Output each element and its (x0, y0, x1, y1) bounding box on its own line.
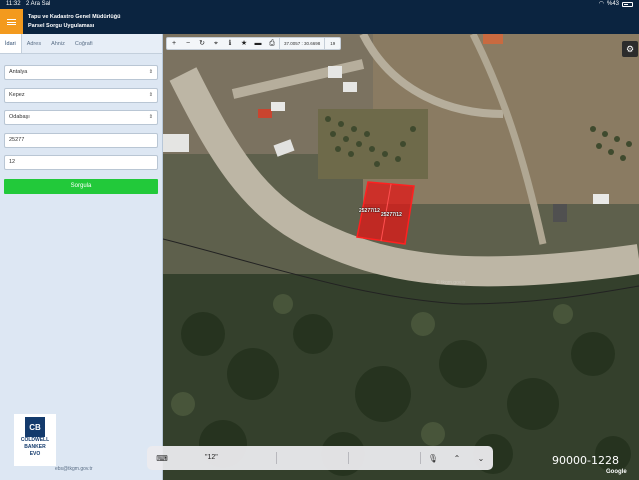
il-select[interactable]: Antalya ⇕ (4, 65, 158, 80)
keyboard-suggestion-bar: ⌨ "12" 🎙 ⌃ ⌄ (147, 446, 493, 470)
chevron-down-icon[interactable]: ⌄ (469, 454, 493, 463)
coldwell-banker-logo: CB COLDWELL BANKER EVO (14, 414, 56, 466)
gear-icon[interactable]: ⚙ (622, 41, 638, 57)
print-icon[interactable]: ⎙ (265, 38, 279, 49)
locate-icon[interactable]: ⌖ (209, 38, 223, 49)
logo-line-2: BANKER (24, 444, 46, 450)
mahalle-value: Odabaşı (9, 114, 30, 120)
tab-idari[interactable]: İdari (0, 34, 22, 53)
logo-line-1: COLDWELL (20, 437, 50, 443)
info-icon[interactable]: ℹ (223, 38, 237, 49)
parcel-label-1: 25277/12 (359, 208, 380, 214)
parsel-input[interactable]: 12 (4, 155, 158, 170)
zoom-level: 19 (324, 38, 340, 49)
chevron-updown-icon: ⇕ (148, 114, 153, 120)
keyboard-icon[interactable]: ⌨ (147, 454, 177, 463)
suggestion-2[interactable] (277, 452, 349, 464)
tab-cografi[interactable]: Coğrafi (70, 34, 98, 53)
logo-line-3: EVO (29, 451, 41, 457)
ada-value: 25277 (9, 137, 25, 143)
query-tabs: İdari Adres Ahniz Coğrafi (0, 34, 162, 54)
coordinate-readout: 37.0057 : 30.6698 (279, 38, 324, 49)
battery-percent: %43 (606, 1, 619, 7)
query-button[interactable]: Sorgula (4, 179, 158, 194)
status-time: 11:32 (6, 1, 21, 7)
tab-adres[interactable]: Adres (22, 34, 46, 53)
footer-email: ebs@tkgm.gov.tr (55, 466, 93, 472)
query-panel: İdari Adres Ahniz Coğrafi Antalya ⇕ Kepe… (0, 34, 163, 480)
status-date: 2 Ara Sal (26, 1, 51, 7)
tab-ahniz[interactable]: Ahniz (46, 34, 70, 53)
status-right: ◠ %43 (599, 0, 633, 9)
wifi-icon: ◠ (598, 1, 604, 7)
chevron-updown-icon: ⇕ (148, 92, 153, 98)
chevron-up-icon[interactable]: ⌃ (445, 454, 469, 463)
map-watermark: © tkgm.gov.tr (436, 280, 466, 286)
map-imagery (163, 34, 639, 480)
measure-icon[interactable]: ▬ (251, 38, 265, 49)
cb-logo-icon: CB (25, 417, 45, 437)
microphone-icon[interactable]: 🎙 (421, 454, 445, 463)
il-value: Antalya (9, 69, 28, 75)
map-toolbar: + − ↻ ⌖ ℹ ★ ▬ ⎙ 37.0057 : 30.6698 19 (166, 37, 342, 50)
status-bar: 11:32 2 Ara Sal ◠ %43 (0, 0, 639, 9)
satellite-map[interactable] (163, 34, 639, 480)
app-header: Tapu ve Kadastro Genel Müdürlüğü Parsel … (0, 9, 639, 34)
ilce-select[interactable]: Kepez ⇕ (4, 88, 158, 103)
ilce-value: Kepez (9, 92, 25, 98)
hamburger-icon (7, 18, 16, 25)
zoom-out-icon[interactable]: − (181, 38, 195, 49)
suggestion-1[interactable]: "12" (177, 452, 277, 464)
suggestion-3[interactable] (349, 452, 421, 464)
chevron-updown-icon: ⇕ (148, 69, 153, 75)
mahalle-select[interactable]: Odabaşı ⇕ (4, 110, 158, 125)
parsel-value: 12 (9, 159, 16, 165)
parcel-label-2: 25277/12 (381, 212, 402, 218)
overlay-phone: 90000-1228 (552, 454, 619, 467)
google-attribution: Google (606, 469, 627, 475)
ada-input[interactable]: 25277 (4, 133, 158, 148)
star-icon[interactable]: ★ (237, 38, 251, 49)
app-subtitle: Parsel Sorgu Uygulaması (28, 23, 95, 29)
refresh-icon[interactable]: ↻ (195, 38, 209, 49)
battery-icon (622, 2, 633, 7)
zoom-in-icon[interactable]: + (167, 38, 181, 49)
app-title: Tapu ve Kadastro Genel Müdürlüğü (28, 14, 121, 20)
menu-button[interactable] (0, 9, 23, 34)
